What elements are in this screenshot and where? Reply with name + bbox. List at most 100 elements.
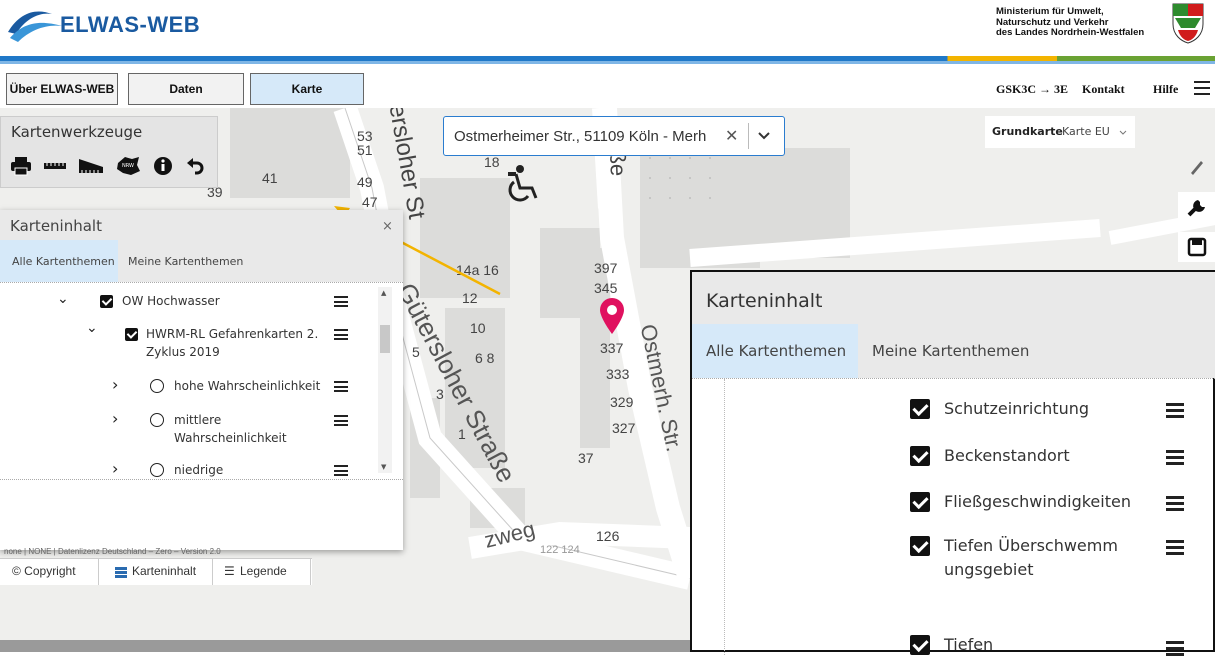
panel-title: Karteninhalt <box>706 290 823 312</box>
chevron-down-icon[interactable] <box>757 131 771 141</box>
chevron-down-icon[interactable] <box>1119 130 1127 136</box>
layer-menu-icon[interactable] <box>1166 540 1184 555</box>
layer-menu-icon[interactable] <box>1166 496 1184 511</box>
coordinate-system-link[interactable]: GSK3C → 3E <box>996 82 1068 97</box>
save-icon[interactable] <box>1178 232 1215 262</box>
checkbox-checked[interactable] <box>910 446 930 466</box>
panel-tabs: Alle Kartenthemen Meine Kartenthemen <box>692 324 1215 378</box>
house-number: 41 <box>262 170 278 186</box>
kontakt-link[interactable]: Kontakt <box>1082 82 1125 97</box>
tree-guide <box>724 379 726 655</box>
divider <box>98 559 99 585</box>
basemap-selector[interactable]: Grundkarte Karte EU <box>985 116 1135 148</box>
house-number: 122 124 <box>540 544 580 556</box>
address-search[interactable]: Ostmerheimer Str., 51109 Köln - Merh ✕ <box>443 116 785 156</box>
search-input[interactable]: Ostmerheimer Str., 51109 Köln - Merh <box>454 117 719 155</box>
chevron-down-icon[interactable]: ⌄ <box>86 320 98 336</box>
close-icon[interactable]: × <box>382 219 393 234</box>
tab-karte[interactable]: Karte <box>250 73 364 105</box>
chevron-right-icon[interactable]: › <box>112 409 118 428</box>
layer-menu-icon[interactable] <box>1166 641 1184 656</box>
bottom-gray-bar <box>0 640 690 652</box>
undo-icon[interactable] <box>181 155 209 177</box>
layer-menu-icon[interactable] <box>334 329 348 340</box>
house-number: 3 <box>436 386 444 402</box>
info-icon[interactable] <box>149 155 177 177</box>
wrench-icon[interactable] <box>1178 192 1215 222</box>
elwas-logo-wave-icon <box>8 11 62 42</box>
layer-label: Tiefen <box>944 635 994 654</box>
karteninhalt-link[interactable]: Karteninhalt <box>132 564 196 578</box>
scrollbar[interactable]: ▲ ▼ <box>378 287 392 473</box>
map-content-panel-zoomed: Karteninhalt Alle Kartenthemen Meine Kar… <box>690 270 1215 656</box>
nrw-coat-of-arms-icon <box>1172 3 1204 44</box>
layer-label: niedrige <box>174 463 224 477</box>
chevron-right-icon[interactable]: › <box>112 375 118 394</box>
checkbox-checked[interactable] <box>910 536 930 556</box>
hamburger-menu-icon[interactable] <box>1194 81 1210 95</box>
house-number: 337 <box>600 340 624 356</box>
checkbox-checked[interactable] <box>910 399 930 419</box>
house-number: 6 8 <box>475 350 495 366</box>
layer-menu-icon[interactable] <box>1166 403 1184 418</box>
house-number: 126 <box>596 528 620 544</box>
house-number: 49 <box>357 174 373 190</box>
house-number: 329 <box>610 394 634 410</box>
map-content-panel-small: Karteninhalt × Alle Kartenthemen Meine K… <box>0 210 403 550</box>
scroll-down-icon[interactable]: ▼ <box>381 463 386 471</box>
pencil-icon[interactable] <box>1178 152 1215 182</box>
layer-menu-icon[interactable] <box>334 465 348 476</box>
divider <box>212 559 213 585</box>
radio-button[interactable] <box>150 463 164 477</box>
radio-button[interactable] <box>150 413 164 427</box>
panel-tabs: Alle Kartenthemen Meine Kartenthemen <box>0 240 403 282</box>
scroll-up-icon[interactable]: ▲ <box>381 289 386 297</box>
panel-title: Karteninhalt <box>10 217 102 235</box>
copyright-link[interactable]: © Copyright <box>12 564 76 578</box>
panel-header: Karteninhalt × <box>0 210 403 240</box>
layer-menu-icon[interactable] <box>334 381 348 392</box>
tab-ueber-elwas[interactable]: Über ELWAS-WEB <box>6 73 118 105</box>
tab-meine-kartenthemen[interactable]: Meine Kartenthemen <box>872 324 1029 378</box>
house-number: 10 <box>470 320 486 336</box>
map-tools-panel: Kartenwerkzeuge NRW <box>0 116 218 188</box>
nrw-map-icon[interactable]: NRW <box>114 155 142 177</box>
house-number: 397 <box>594 260 618 276</box>
divider <box>748 123 749 149</box>
hilfe-link[interactable]: Hilfe <box>1153 82 1178 97</box>
measure-area-icon[interactable] <box>77 155 105 177</box>
layer-label: Fließgeschwindigkeiten <box>944 492 1131 511</box>
checkbox-checked[interactable] <box>910 635 930 655</box>
layer-label: hohe Wahrscheinlichkeit <box>174 379 321 393</box>
layer-label: Schutzeinrichtung <box>944 399 1090 418</box>
ministry-name: Ministerium für Umwelt, Naturschutz und … <box>996 6 1144 39</box>
measure-line-icon[interactable] <box>41 155 69 177</box>
print-icon[interactable] <box>7 155 35 177</box>
tab-alle-kartenthemen[interactable]: Alle Kartenthemen <box>692 324 858 378</box>
scrollbar-thumb[interactable] <box>380 325 390 353</box>
layer-menu-icon[interactable] <box>334 296 348 307</box>
checkbox-checked[interactable] <box>910 492 930 512</box>
clear-search-icon[interactable]: ✕ <box>725 126 738 145</box>
chevron-right-icon[interactable]: › <box>112 459 118 478</box>
radio-button[interactable] <box>150 379 164 393</box>
checkbox-checked[interactable] <box>125 328 138 341</box>
location-pin-icon[interactable] <box>597 296 627 336</box>
house-number: 18 <box>484 154 500 170</box>
tab-daten[interactable]: Daten <box>128 73 244 105</box>
house-number: 5 <box>412 344 420 360</box>
house-number: 51 <box>357 142 373 158</box>
chevron-down-icon[interactable]: ⌄ <box>57 291 69 307</box>
legende-link[interactable]: Legende <box>240 564 287 578</box>
layer-menu-icon[interactable] <box>1166 450 1184 465</box>
layer-tree: Schutzeinrichtung Beckenstandort Fließge… <box>692 378 1215 656</box>
basemap-value[interactable]: Karte EU <box>1062 125 1110 138</box>
layer-label: mittlere Wahrscheinlichkeit <box>174 413 287 445</box>
tab-meine-kartenthemen[interactable]: Meine Kartenthemen <box>128 240 243 282</box>
logo-text[interactable]: ELWAS-WEB <box>60 12 200 38</box>
layer-menu-icon[interactable] <box>334 415 348 426</box>
house-number: 327 <box>612 420 636 436</box>
tab-alle-kartenthemen[interactable]: Alle Kartenthemen <box>0 240 118 282</box>
checkbox-checked[interactable] <box>100 295 113 308</box>
svg-text:NRW: NRW <box>122 163 134 169</box>
